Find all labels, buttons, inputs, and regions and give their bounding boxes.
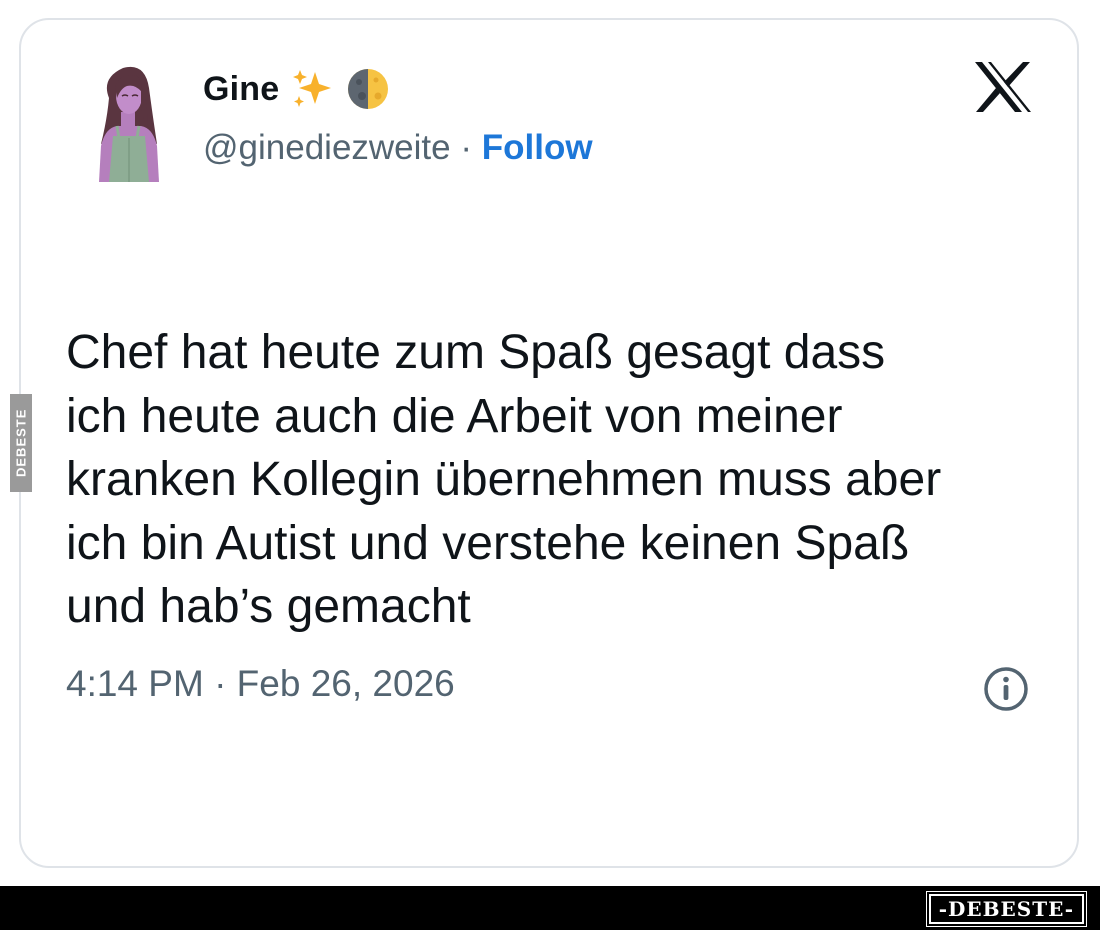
brand-watermark: -DEBESTE- [925, 891, 1088, 927]
avatar[interactable] [87, 58, 169, 182]
tweet-card: Gine @ginediezweite · Follow Chef hat he… [19, 18, 1079, 868]
tweet-timestamp[interactable]: 4:14 PM · Feb 26, 2026 [66, 663, 455, 705]
author-handle[interactable]: @ginediezweite [203, 128, 451, 167]
author-name[interactable]: Gine [203, 70, 279, 109]
follow-button[interactable]: Follow [482, 128, 593, 167]
x-logo-icon[interactable] [973, 60, 1033, 114]
info-icon[interactable] [981, 664, 1031, 714]
side-watermark: DEBESTE [10, 394, 32, 492]
tweet-text: Chef hat heute zum Spaß gesagt dass ich … [66, 326, 942, 633]
moon-icon [348, 69, 389, 109]
separator: · [450, 128, 482, 167]
author-row: Gine [203, 66, 391, 112]
footer-bar: -DEBESTE- [0, 886, 1100, 930]
handle-row: @ginediezweite · Follow [203, 128, 593, 168]
sparkles-icon [293, 70, 332, 107]
